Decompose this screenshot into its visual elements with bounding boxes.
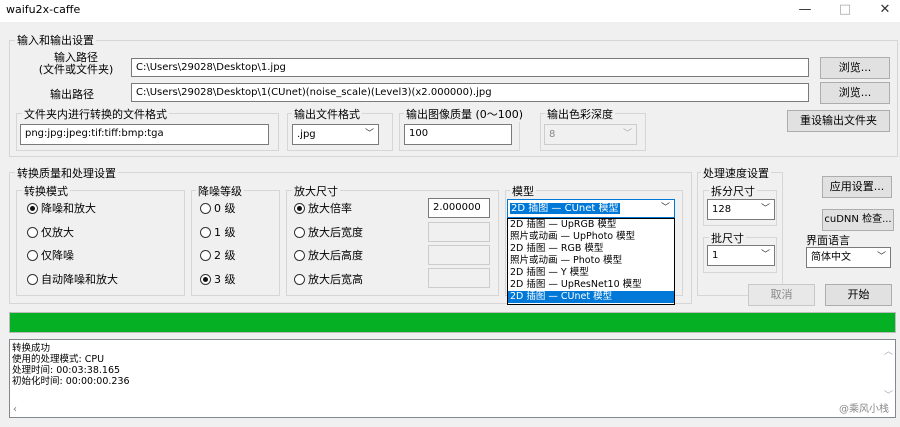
language-select[interactable]: 简体中文 ﹀ [806,247,891,268]
io-settings-title: 输入和输出设置 [15,32,96,48]
chevron-down-icon: ﹀ [622,129,632,139]
radio-icon [200,203,211,214]
model-option[interactable]: 照片或动画 — Photo 模型 [508,255,674,267]
conversion-settings-title: 转换质量和处理设置 [15,165,118,181]
color-depth-select: 8 ﹀ [544,124,637,145]
output-format-select[interactable]: .jpg ﹀ [292,124,379,145]
scale-option-height[interactable]: 放大后高度 [294,249,363,263]
noise-option-1[interactable]: 1 级 [200,226,236,240]
cudnn-check-button[interactable]: cuDNN 检查... [822,209,894,231]
log-output[interactable]: 转换成功 使用的处理模式: CPU 处理时间: 00:03:38.165 初始化… [9,339,896,418]
output-path-label: 输出路径 [50,88,94,101]
scale-width-field [428,222,490,242]
quality-title: 输出图像质量 (0～100) [404,106,526,122]
noise-option-3[interactable]: 3 级 [200,273,236,287]
apply-settings-button[interactable]: 应用设置... [822,176,892,198]
log-line: 初始化时间: 00:00:00.236 [12,376,130,387]
model-dropdown-list[interactable]: 2D 插图 — UpRGB 模型 照片或动画 — UpPhoto 模型 2D 插… [507,218,675,305]
output-format-title: 输出文件格式 [292,106,362,122]
noise-title: 降噪等级 [196,183,244,199]
model-select[interactable]: 2D 插图 — CUnet 模型 ﹀ [507,199,675,218]
radio-icon [200,227,211,238]
scale-option-ratio[interactable]: 放大倍率 [294,202,352,216]
radio-icon [27,203,38,214]
model-option[interactable]: 2D 插图 — UpRGB 模型 [508,219,674,231]
input-path-label: 输入路径 (文件或文件夹) [38,51,114,76]
close-icon[interactable]: ✕ [862,0,900,22]
start-button[interactable]: 开始 [825,284,892,306]
model-option-selected[interactable]: 2D 插图 — CUnet 模型 [508,291,674,303]
radio-icon [294,203,305,214]
cancel-button: 取消 [748,284,815,306]
radio-icon [27,250,38,261]
scroll-left-icon[interactable]: ‹ [13,404,17,415]
radio-icon [27,227,38,238]
radio-icon [27,274,38,285]
model-option[interactable]: 2D 插图 — Y 模型 [508,267,674,279]
output-path-field[interactable]: C:\Users\29028\Desktop\1(CUnet)(noise_sc… [131,83,809,102]
color-depth-title: 输出色彩深度 [545,106,615,122]
radio-icon [200,274,211,285]
input-path-field[interactable]: C:\Users\29028\Desktop\1.jpg [131,58,809,77]
mode-option-scale[interactable]: 仅放大 [27,226,74,240]
progress-fill [10,313,895,332]
mode-title: 转换模式 [22,183,70,199]
noise-option-2[interactable]: 2 级 [200,249,236,263]
batch-size-select[interactable]: 1 ﹀ [707,245,775,266]
scale-width-height-field [428,268,490,288]
scale-ratio-field[interactable]: 2.000000 [428,198,490,218]
radio-icon [200,250,211,261]
chevron-down-icon: ﹀ [760,250,770,260]
folder-format-field[interactable]: png:jpg:jpeg:tif:tiff:bmp:tga [20,124,269,145]
progress-bar [9,312,896,333]
log-line: 处理时间: 00:03:38.165 [12,365,121,376]
reset-output-folder-button[interactable]: 重设输出文件夹 [787,110,890,132]
mode-option-auto[interactable]: 自动降噪和放大 [27,273,118,287]
batch-size-title: 批尺寸 [709,230,746,246]
language-title: 界面语言 [806,234,850,247]
mode-option-denoise-scale[interactable]: 降噪和放大 [27,202,96,216]
chevron-down-icon: ﹀ [364,129,374,139]
scale-option-width[interactable]: 放大后宽度 [294,226,363,240]
log-line: 转换成功 [12,343,51,354]
split-size-title: 拆分尺寸 [709,183,757,199]
model-option[interactable]: 2D 插图 — UpResNet10 模型 [508,279,674,291]
log-line: 使用的处理模式: CPU [12,354,105,365]
title-bar [0,0,900,22]
watermark: @乘风小栈 [839,404,889,415]
scale-title: 放大尺寸 [292,183,340,199]
model-option[interactable]: 照片或动画 — UpPhoto 模型 [508,231,674,243]
scale-option-width-height[interactable]: 放大后宽高 [294,273,363,287]
browse-output-button[interactable]: 浏览... [820,82,890,104]
quality-field[interactable]: 100 [404,124,512,145]
chevron-down-icon: ﹀ [760,204,770,214]
chevron-down-icon: ﹀ [876,252,886,262]
split-size-select[interactable]: 128 ﹀ [707,199,775,220]
radio-icon [294,250,305,261]
browse-input-button[interactable]: 浏览... [820,57,890,79]
folder-format-title: 文件夹内进行转换的文件格式 [22,106,169,122]
model-option[interactable]: 2D 插图 — RGB 模型 [508,243,674,255]
radio-icon [294,274,305,285]
model-title: 模型 [510,183,536,199]
mode-option-denoise[interactable]: 仅降噪 [27,249,74,263]
window-title: waifu2x-caffe [6,3,81,16]
radio-icon [294,227,305,238]
scale-height-field [428,245,490,265]
chevron-down-icon: ﹀ [660,203,670,213]
noise-option-0[interactable]: 0 级 [200,202,236,216]
scroll-up-icon[interactable]: ︿ [884,344,893,357]
speed-settings-title: 处理速度设置 [701,165,771,181]
